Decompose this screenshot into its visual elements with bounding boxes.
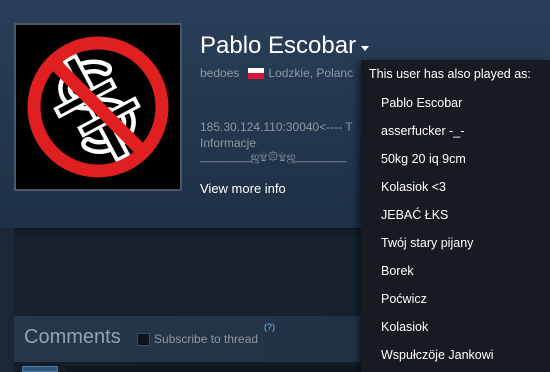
alias-popup-title: This user has also played as: — [369, 67, 531, 81]
profile-summary-server: 185.30.124.110:30040<---- T — [200, 120, 353, 134]
alias-item: Wspułczöje Jankowi — [381, 348, 494, 362]
profile-content-panel — [14, 236, 364, 316]
subscribe-label[interactable]: Subscribe to thread — [154, 332, 258, 346]
real-name: bedoes — [200, 66, 240, 80]
persona-name[interactable]: Pablo Escobar — [200, 32, 356, 60]
subscribe-checkbox[interactable] — [137, 333, 150, 346]
subscribe-help-link[interactable]: (?) — [264, 322, 275, 332]
profile-real-name-location: bedoes Lodzkie, Polanc — [200, 66, 353, 80]
profile-avatar[interactable] — [14, 23, 182, 191]
alias-item: JEBAĆ ŁKS — [381, 208, 449, 222]
alias-item: 50kg 20 iq 9cm — [381, 152, 466, 166]
alias-item: Kolasiok — [381, 320, 429, 334]
poland-flag-icon — [248, 67, 265, 79]
alias-item: Pablo Escobar — [381, 96, 463, 110]
chevron-down-icon[interactable] — [361, 46, 369, 51]
location-text: Lodzkie, Polanc — [268, 66, 354, 80]
comments-title: Comments — [24, 326, 121, 348]
no-dollar-sign-icon — [26, 35, 170, 179]
view-more-info-link[interactable]: View more info — [200, 181, 286, 196]
comment-input[interactable] — [66, 366, 366, 372]
alias-item: Borek — [381, 264, 414, 278]
content-left-edge — [0, 228, 14, 372]
alias-item: Twój stary pijany — [381, 236, 474, 250]
alias-item: Kolasiok <3 — [381, 180, 446, 194]
alias-item: asserfucker -_- — [381, 124, 465, 138]
alias-item: Poćwicz — [381, 292, 427, 306]
profile-summary-ornament: _________ஜ۩۞۩ஜ_________ — [200, 151, 346, 163]
profile-summary-info: Informacje — [200, 136, 257, 150]
commenter-avatar — [22, 366, 58, 372]
